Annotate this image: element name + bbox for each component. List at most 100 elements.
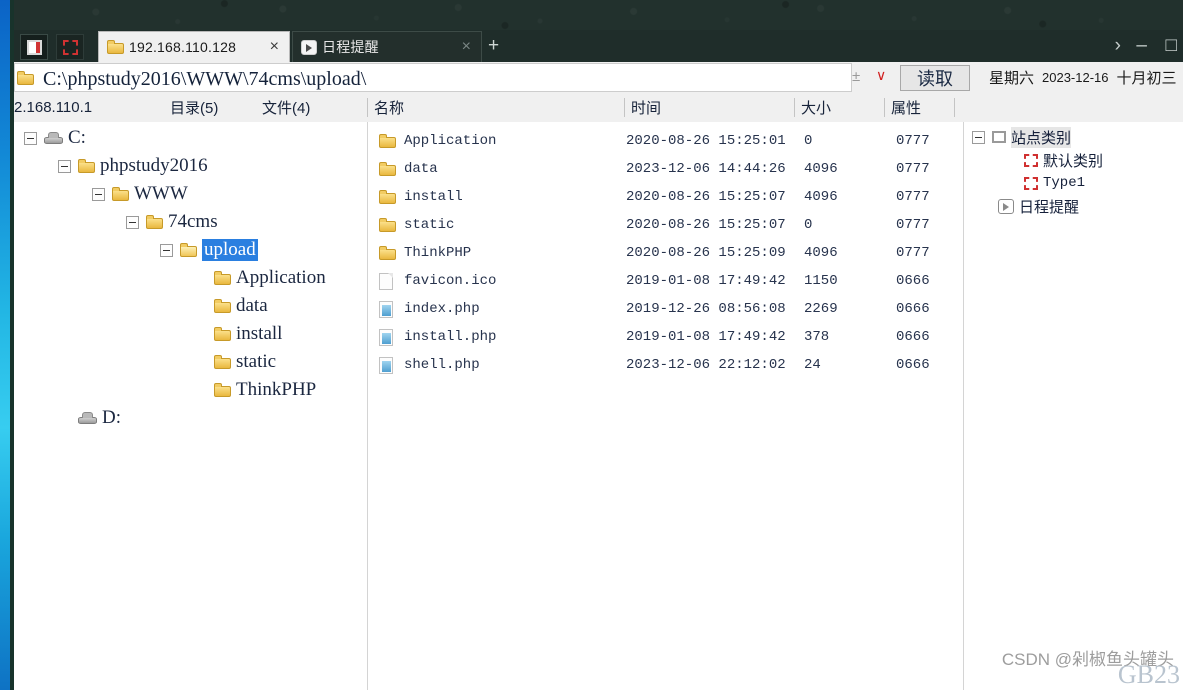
file-time-cell: 2020-08-26 15:25:01 [626, 133, 786, 149]
folder-icon [214, 383, 231, 397]
selection-box-icon-button[interactable] [56, 34, 84, 60]
tree-toggle-icon[interactable] [160, 243, 173, 257]
file-row[interactable]: shell.php 2023-12-06 22:12:02 24 0666 [368, 351, 964, 379]
date-label: 2023-12-16 [1042, 70, 1109, 85]
address-toolbar: C:\phpstudy2016\WWW\74cms\upload\ ± ∨ 读取… [14, 62, 1183, 95]
title-bar: 192.168.110.128 × 日程提醒 × + › – □ [14, 0, 1183, 62]
header-host: 2.168.110.1 [14, 99, 93, 116]
new-tab-button[interactable]: + [488, 36, 499, 55]
file-row[interactable]: Application 2020-08-26 15:25:01 0 0777 [368, 127, 964, 155]
tree-toggle-icon[interactable] [58, 159, 71, 173]
dashed-box-icon [1024, 176, 1038, 190]
folder-icon [214, 355, 231, 369]
category-item[interactable]: 站点类别 [972, 126, 1072, 148]
file-size-cell: 4096 [804, 161, 838, 177]
file-row[interactable]: favicon.ico 2019-01-08 17:49:42 1150 0666 [368, 267, 964, 295]
header-time[interactable]: 时间 [631, 94, 661, 121]
file-time-cell: 2020-08-26 15:25:07 [626, 189, 786, 205]
tree-item-label: static [236, 351, 277, 372]
header-attr[interactable]: 属性 [891, 94, 921, 121]
category-item[interactable]: 默认类别 [1024, 149, 1103, 171]
box-icon [992, 131, 1006, 143]
tree-item-label: 74cms [168, 211, 218, 232]
tree-item-static[interactable]: static [194, 350, 276, 374]
file-row-icon [379, 134, 396, 148]
chevron-right-icon[interactable]: › [1115, 36, 1121, 55]
tree-item-74cms[interactable]: 74cms [126, 210, 218, 234]
directory-tree-panel[interactable]: C: phpstudy2016 WWW 74cms upload Application d… [14, 122, 367, 690]
tree-item-upload[interactable]: upload [160, 238, 258, 262]
file-row[interactable]: data 2023-12-06 14:44:26 4096 0777 [368, 155, 964, 183]
tree-item-data[interactable]: data [194, 294, 268, 318]
file-list-panel[interactable]: Application 2020-08-26 15:25:01 0 0777 data 2… [367, 122, 964, 690]
tree-toggle-icon[interactable] [972, 130, 985, 144]
tree-item-application[interactable]: Application [194, 266, 326, 290]
close-icon[interactable]: × [458, 39, 475, 55]
file-row[interactable]: install 2020-08-26 15:25:07 4096 0777 [368, 183, 964, 211]
folder-icon [107, 40, 124, 54]
file-time-cell: 2019-12-26 08:56:08 [626, 301, 786, 317]
file-attr-cell: 0777 [896, 161, 930, 177]
tree-item-install[interactable]: install [194, 322, 282, 346]
weekday-label: 星期六 [989, 70, 1035, 87]
file-row[interactable]: ThinkPHP 2020-08-26 15:25:09 4096 0777 [368, 239, 964, 267]
header-name[interactable]: 名称 [374, 94, 404, 121]
file-row-icon [379, 218, 396, 232]
file-name-cell: favicon.ico [404, 273, 497, 289]
tab-bar: 192.168.110.128 × 日程提醒 × + › – □ [14, 30, 1183, 62]
tree-item-c[interactable]: C: [24, 126, 86, 150]
watermark-sub-text: GB23 [1117, 660, 1180, 689]
chevron-down-icon[interactable]: ∨ [876, 67, 886, 84]
app-window-icon [26, 39, 42, 55]
file-row[interactable]: index.php 2019-12-26 08:56:08 2269 0666 [368, 295, 964, 323]
file-name-cell: install.php [404, 329, 497, 345]
file-size-cell: 378 [804, 329, 830, 345]
category-item-label: 默认类别 [1043, 152, 1104, 170]
tree-item-thinkphp[interactable]: ThinkPHP [194, 378, 316, 402]
column-header-row: 2.168.110.1 目录(5) 文件(4) 名称 时间 大小 属性 [14, 94, 1183, 123]
clock-icon [998, 198, 1014, 214]
tree-toggle-icon[interactable] [24, 131, 37, 145]
header-dir-count[interactable]: 目录(5) [170, 94, 218, 121]
file-icon [379, 272, 393, 290]
file-row-icon [379, 162, 396, 176]
maximize-button[interactable]: □ [1166, 36, 1177, 55]
tree-item-phpstudy2016[interactable]: phpstudy2016 [58, 154, 208, 178]
file-name-cell: shell.php [404, 357, 480, 373]
tree-toggle-icon[interactable] [92, 187, 105, 201]
site-category-panel[interactable]: CSDN @剁椒鱼头罐头 GB23 站点类别 默认类别 Type1 日程提醒 [963, 122, 1183, 690]
file-attr-cell: 0777 [896, 217, 930, 233]
path-input[interactable]: C:\phpstudy2016\WWW\74cms\upload\ [14, 63, 852, 92]
category-item[interactable]: Type1 [1024, 172, 1085, 194]
read-button[interactable]: 读取 [900, 65, 970, 91]
category-item-label: Type1 [1043, 175, 1086, 191]
header-file-count[interactable]: 文件(4) [262, 94, 310, 121]
file-attr-cell: 0666 [896, 357, 930, 373]
tree-toggle-icon[interactable] [126, 215, 139, 229]
file-row[interactable]: static 2020-08-26 15:25:07 0 0777 [368, 211, 964, 239]
tab-label: 日程提醒 [322, 39, 379, 55]
tab-schedule-reminder[interactable]: 日程提醒 × [292, 31, 482, 62]
file-size-cell: 0 [804, 217, 813, 233]
tree-item-label: Application [236, 267, 326, 288]
category-item[interactable]: 日程提醒 [998, 195, 1079, 217]
php-file-icon [379, 328, 393, 346]
tree-item-www[interactable]: WWW [92, 182, 188, 206]
minimize-button[interactable]: – [1136, 36, 1147, 55]
clock-icon [301, 39, 317, 55]
php-file-icon [379, 356, 393, 374]
file-name-cell: index.php [404, 301, 480, 317]
tree-item-label: upload [202, 239, 258, 261]
close-icon[interactable]: × [266, 39, 283, 55]
file-time-cell: 2019-01-08 17:49:42 [626, 273, 786, 289]
header-size[interactable]: 大小 [801, 94, 831, 121]
folder-icon [379, 190, 396, 204]
tab-file-manager[interactable]: 192.168.110.128 × [98, 31, 290, 62]
file-size-cell: 0 [804, 133, 813, 149]
tree-item-label: WWW [134, 183, 188, 204]
app-window-icon-button[interactable] [20, 34, 48, 60]
tree-item-d[interactable]: D: [58, 406, 121, 430]
file-row[interactable]: install.php 2019-01-08 17:49:42 378 0666 [368, 323, 964, 351]
file-name-cell: install [404, 189, 463, 205]
date-display: 星期六 2023-12-16 十月初三 [989, 62, 1177, 93]
